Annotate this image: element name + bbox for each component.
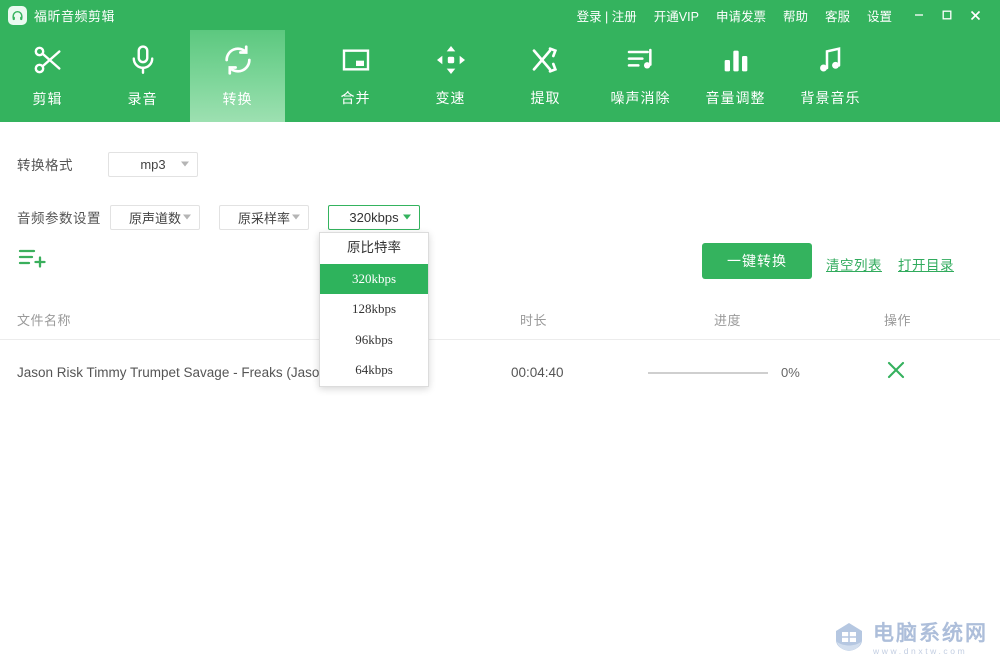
shuffle-icon	[530, 44, 562, 81]
bitrate-dropdown[interactable]: 原比特率 320kbps 128kbps 96kbps 64kbps	[319, 232, 429, 387]
menu-settings[interactable]: 设置	[867, 6, 892, 25]
add-file-icon[interactable]	[17, 246, 47, 277]
toolbar-label-record: 录音	[127, 91, 158, 107]
audio-params-label: 音频参数设置	[17, 211, 101, 226]
watermark-site-name: 电脑系统网	[873, 621, 988, 646]
file-table-header: 文件名称 时长 进度 操作	[0, 300, 1000, 340]
watermark-text: 电脑系统网 www.dnxtw.com	[873, 623, 988, 656]
menu-help[interactable]: 帮助	[783, 6, 808, 25]
toolbar-label-edit: 剪辑	[32, 91, 63, 107]
samplerate-select-value: 原采样率	[237, 210, 290, 226]
open-directory-link[interactable]: 打开目录	[898, 254, 954, 274]
toolbar-item-edit[interactable]: 剪辑	[0, 30, 95, 122]
dropdown-option-128kbps[interactable]: 128kbps	[320, 294, 428, 325]
window-controls	[900, 0, 1000, 30]
channel-select[interactable]: 原声道数	[110, 204, 200, 230]
minimize-icon[interactable]	[908, 4, 930, 26]
headphones-icon	[8, 5, 27, 25]
clear-list-link[interactable]: 清空列表	[826, 254, 882, 274]
progress-percent: 0%	[781, 365, 800, 380]
main-toolbar: 剪辑 录音 转换 合并 变速 提取 噪声消除 音量调整 背景音乐	[0, 30, 1000, 122]
toolbar-item-convert[interactable]: 转换	[190, 30, 285, 122]
close-icon[interactable]	[964, 4, 986, 26]
format-label: 转换格式	[17, 158, 73, 173]
toolbar-label-merge: 合并	[340, 90, 371, 106]
dropdown-option-original[interactable]: 原比特率	[320, 233, 428, 264]
menu-customer-service[interactable]: 客服	[825, 6, 850, 25]
chevron-down-icon	[181, 161, 189, 167]
toolbar-label-speed: 变速	[435, 90, 466, 106]
dropdown-option-64kbps[interactable]: 64kbps	[320, 355, 428, 386]
toolbar-label-background-music: 背景音乐	[800, 90, 861, 106]
menu-open-vip[interactable]: 开通VIP	[654, 6, 699, 25]
audio-params-row: 音频参数设置 原声道数 原采样率 320kbps	[0, 200, 1000, 234]
toolbar-item-record[interactable]: 录音	[95, 30, 190, 122]
scissors-icon	[31, 43, 65, 82]
action-row: 一键转换 清空列表 打开目录	[0, 238, 1000, 288]
chevron-down-icon	[183, 214, 191, 220]
playlist-note-icon	[625, 44, 657, 81]
format-select[interactable]: mp3	[108, 151, 198, 177]
music-note-icon	[815, 44, 847, 81]
toolbar-item-extract[interactable]: 提取	[498, 30, 593, 122]
house-shield-icon	[832, 620, 866, 659]
column-header-name: 文件名称	[17, 313, 72, 328]
app-window: 福昕音频剪辑 登录 | 注册 开通VIP 申请发票 帮助 客服 设置 剪辑 录音…	[0, 0, 1000, 667]
toolbar-label-volume: 音量调整	[705, 90, 766, 106]
column-header-duration: 时长	[520, 313, 548, 328]
speed-arrows-icon	[435, 44, 467, 81]
column-header-operation: 操作	[884, 313, 912, 328]
refresh-icon	[221, 43, 255, 82]
merge-frame-icon	[340, 44, 372, 81]
dropdown-option-96kbps[interactable]: 96kbps	[320, 325, 428, 356]
convert-button[interactable]: 一键转换	[702, 243, 812, 279]
bitrate-select[interactable]: 320kbps	[328, 204, 420, 230]
app-logo: 福昕音频剪辑	[0, 5, 116, 25]
microphone-icon	[126, 43, 160, 82]
chevron-down-icon	[292, 214, 300, 220]
dropdown-option-320kbps[interactable]: 320kbps	[320, 263, 428, 294]
watermark: 电脑系统网 www.dnxtw.com	[832, 620, 988, 659]
bar-levels-icon	[720, 44, 752, 81]
table-row[interactable]: Jason Risk Timmy Trumpet Savage - Freaks…	[0, 355, 1000, 395]
watermark-url: www.dnxtw.com	[873, 646, 968, 657]
chevron-down-icon	[403, 214, 411, 220]
maximize-icon[interactable]	[936, 4, 958, 26]
close-x-icon	[887, 361, 905, 379]
toolbar-item-background-music[interactable]: 背景音乐	[783, 30, 878, 122]
samplerate-select[interactable]: 原采样率	[219, 204, 309, 230]
progress-bar	[648, 371, 768, 374]
toolbar-item-merge[interactable]: 合并	[308, 30, 403, 122]
file-duration: 00:04:40	[511, 365, 564, 380]
app-title: 福昕音频剪辑	[34, 8, 116, 24]
toolbar-label-denoise: 噪声消除	[610, 90, 671, 106]
title-bar: 福昕音频剪辑 登录 | 注册 开通VIP 申请发票 帮助 客服 设置	[0, 0, 1000, 30]
channel-select-value: 原声道数	[128, 210, 181, 226]
column-header-progress: 进度	[714, 313, 742, 328]
menu-login-register[interactable]: 登录 | 注册	[577, 6, 637, 25]
bitrate-select-value: 320kbps	[349, 209, 399, 225]
toolbar-label-convert: 转换	[222, 91, 253, 107]
toolbar-item-speed[interactable]: 变速	[403, 30, 498, 122]
toolbar-label-extract: 提取	[530, 90, 561, 106]
file-progress: 0%	[648, 365, 800, 380]
toolbar-item-volume[interactable]: 音量调整	[688, 30, 783, 122]
titlebar-menu: 登录 | 注册 开通VIP 申请发票 帮助 客服 设置	[577, 0, 892, 30]
settings-panel: 转换格式 mp3 音频参数设置 原声道数 原采样率 320kbps	[0, 122, 1000, 234]
menu-request-invoice[interactable]: 申请发票	[716, 6, 766, 25]
format-row: 转换格式 mp3	[0, 147, 1000, 181]
toolbar-item-denoise[interactable]: 噪声消除	[593, 30, 688, 122]
format-select-value: mp3	[140, 156, 166, 172]
remove-file-button[interactable]	[885, 359, 907, 384]
